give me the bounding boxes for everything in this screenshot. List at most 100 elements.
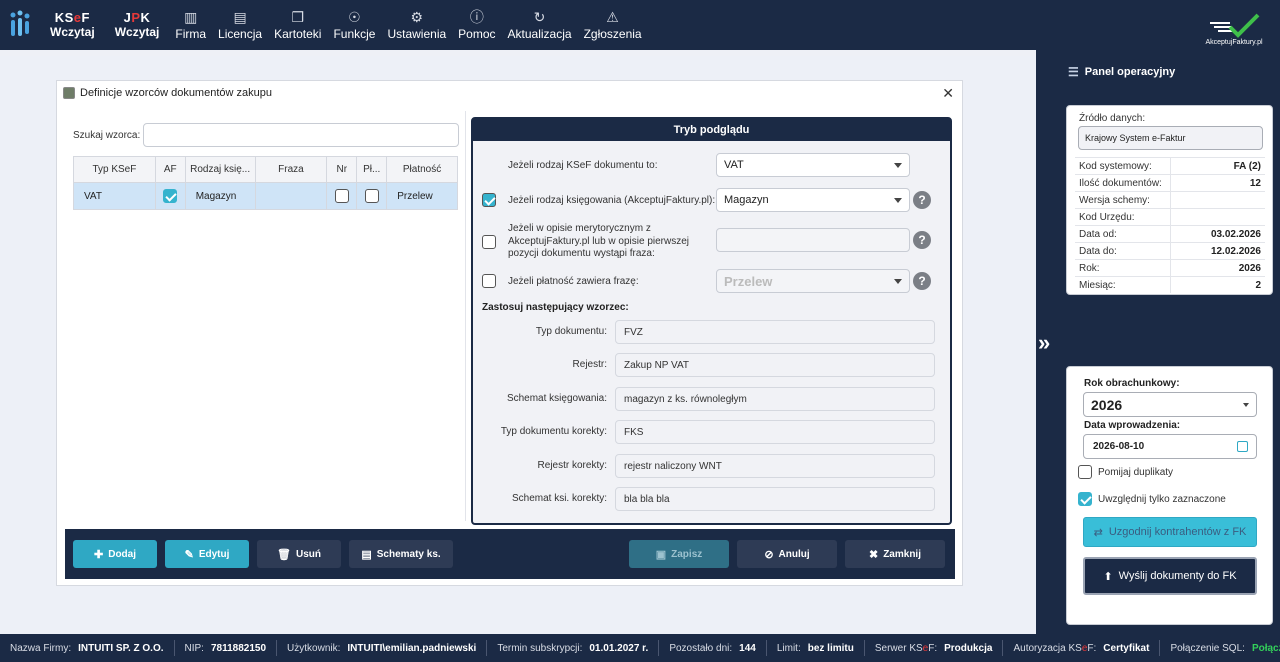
search-input[interactable]	[143, 123, 459, 147]
panel-header: ☰ Panel operacyjny	[1068, 65, 1176, 79]
warning-icon: ⚠	[606, 9, 619, 25]
pl-checkbox[interactable]	[364, 189, 379, 203]
nav-pomoc[interactable]: ⓘ Pomoc	[452, 0, 501, 50]
status-user: Użytkownik: INTUITI\emilian.padniewski	[277, 640, 488, 656]
phrase-input[interactable]	[716, 228, 910, 252]
checkmark-logo-icon	[1210, 13, 1260, 38]
building-icon: ▥	[184, 9, 198, 25]
correction-register-value[interactable]: rejestr naliczony WNT	[615, 454, 935, 478]
panel-collapse-strip[interactable]: »	[1036, 50, 1056, 634]
col-rodzaj[interactable]: Rodzaj księ...	[186, 157, 256, 182]
booking-schema-value[interactable]: magazyn z ks. równoległym	[615, 387, 935, 411]
dialog-toolbar: ✚ Dodaj ✎ Edytuj 🗑 Usuń ▤ Schematy ks. ▣ Zapi…	[65, 529, 955, 579]
plus-icon: ✚	[94, 548, 104, 561]
app-logo	[0, 0, 40, 50]
status-ksef-server: Serwer KSeF: Produkcja	[865, 640, 1004, 656]
table-icon: ▤	[361, 548, 372, 561]
nav-firma[interactable]: ▥ Firma	[169, 0, 212, 50]
only-selected-option[interactable]: Uwzględnij tylko zaznaczone	[1078, 492, 1226, 506]
correction-doc-type-value[interactable]: FKS	[615, 420, 935, 444]
chevron-right-icon[interactable]: »	[1038, 330, 1050, 356]
cond-payment: Jeżeli płatność zawiera frazę: Przelew ?	[473, 269, 950, 293]
calendar-icon[interactable]	[1237, 441, 1248, 452]
cond-booking-type: Jeżeli rodzaj księgowania (AkceptujFaktu…	[473, 188, 950, 212]
ksef-load-button[interactable]: KSeF Wczytaj	[40, 0, 105, 50]
upload-icon: ⬆	[1103, 570, 1113, 583]
col-fraza[interactable]: Fraza	[256, 157, 328, 182]
col-typ-ksef[interactable]: Typ KSeF	[74, 157, 156, 182]
info-row: Data do: 12.02.2026	[1075, 242, 1265, 259]
send-documents-button[interactable]: ⬆ Wyślij dokumenty do FK	[1083, 557, 1257, 595]
floppy-icon: ▣	[655, 548, 667, 561]
correction-schema-value[interactable]: bla bla bla	[615, 487, 935, 511]
info-row: Miesiąc: 2	[1075, 276, 1265, 293]
ksef-type-select[interactable]: VAT	[716, 153, 910, 177]
col-nr[interactable]: Nr	[327, 157, 358, 182]
entry-date-picker[interactable]: 2026-08-10	[1083, 434, 1257, 459]
jpk-load-button[interactable]: JPK Wczytaj	[105, 0, 170, 50]
nav-aktualizacja[interactable]: ↻ Aktualizacja	[502, 0, 578, 50]
field-doc-type: Typ dokumentu: FVZ	[473, 320, 950, 344]
payment-checkbox[interactable]	[482, 274, 496, 288]
only-selected-checkbox[interactable]	[1078, 492, 1092, 506]
nav-funkcje[interactable]: ☉ Funkcje	[327, 0, 381, 50]
col-af[interactable]: AF	[156, 157, 186, 182]
info-row: Data od: 03.02.2026	[1075, 225, 1265, 242]
apply-template-label: Zastosuj następujący wzorzec:	[482, 301, 629, 313]
status-ksef-auth: Autoryzacja KSeF: Certyfikat	[1003, 640, 1161, 656]
info-row: Kod systemowy: FA (2)	[1075, 157, 1265, 174]
field-register: Rejestr: Zakup NP VAT	[473, 353, 950, 377]
swap-arrows-icon: ⇄	[1093, 526, 1103, 539]
payment-select[interactable]: Przelew	[716, 269, 910, 293]
cell-af[interactable]	[156, 183, 186, 209]
info-row: Kod Urzędu:	[1075, 208, 1265, 225]
cell-nr[interactable]	[327, 183, 358, 209]
cancel-button[interactable]: ⊘ Anuluj	[737, 540, 837, 568]
booking-type-select[interactable]: Magazyn	[716, 188, 910, 212]
match-contractors-button[interactable]: ⇄ Uzgodnij kontrahentów z FK	[1083, 517, 1257, 547]
dialog-title: Definicje wzorców dokumentów zakupu	[80, 87, 272, 99]
cond-ksef-type: Jeżeli rodzaj KSeF dokumentu to: VAT	[473, 153, 950, 177]
col-platnosc[interactable]: Płatność	[387, 157, 457, 182]
nav-ustawienia[interactable]: ⚙ Ustawienia	[381, 0, 452, 50]
save-button[interactable]: ▣ Zapisz	[629, 540, 729, 568]
cell-pl[interactable]	[357, 183, 388, 209]
search-label: Szukaj wzorca:	[73, 129, 141, 141]
dialog-title-bar: Definicje wzorców dokumentów zakupu ✕	[57, 81, 962, 105]
refresh-icon: ↻	[533, 9, 546, 25]
nav-zgloszenia[interactable]: ⚠ Zgłoszenia	[578, 0, 648, 50]
status-limit: Limit: bez limitu	[767, 640, 865, 656]
register-value[interactable]: Zakup NP VAT	[615, 353, 935, 377]
chevron-down-icon	[894, 198, 902, 203]
close-icon[interactable]: ✕	[942, 85, 954, 102]
cell-platnosc: Przelew	[397, 190, 433, 202]
schemas-button[interactable]: ▤ Schematy ks.	[349, 540, 453, 568]
nav-kartoteki[interactable]: ❒ Kartoteki	[268, 0, 327, 50]
delete-button[interactable]: 🗑 Usuń	[257, 540, 341, 568]
dialog-app-icon	[63, 87, 75, 99]
add-button[interactable]: ✚ Dodaj	[73, 540, 157, 568]
doc-type-value[interactable]: FVZ	[615, 320, 935, 344]
edit-button[interactable]: ✎ Edytuj	[165, 540, 249, 568]
help-icon[interactable]: ?	[913, 272, 931, 290]
skip-duplicates-option[interactable]: Pomijaj duplikaty	[1078, 465, 1173, 479]
fiscal-year-select[interactable]: 2026	[1083, 392, 1257, 417]
skip-duplicates-checkbox[interactable]	[1078, 465, 1092, 479]
field-correction-doc-type: Typ dokumentu korekty: FKS	[473, 420, 950, 444]
akceptujfaktury-logo: AkceptujFaktury.pl	[1198, 4, 1270, 46]
operational-panel: ☰ Panel operacyjny Źródło danych: Krajow…	[1056, 50, 1280, 634]
main-area: Definicje wzorców dokumentów zakupu ✕ Sz…	[0, 56, 1036, 634]
help-icon[interactable]: ?	[913, 191, 931, 209]
close-button[interactable]: ✖ Zamknij	[845, 540, 945, 568]
status-bar: Nazwa Firmy: INTUITI SP. Z O.O. NIP: 78118…	[0, 634, 1280, 662]
table-row[interactable]: VAT Magazyn Przelew	[74, 183, 457, 209]
phrase-checkbox[interactable]	[482, 235, 496, 249]
data-source-field[interactable]: Krajowy System e-Faktur	[1078, 126, 1263, 150]
nav-licencja[interactable]: ▤ Licencja	[212, 0, 268, 50]
col-pl[interactable]: Pł...	[357, 157, 388, 182]
af-checkbox[interactable]	[163, 189, 178, 203]
nr-checkbox[interactable]	[334, 189, 349, 203]
help-icon[interactable]: ?	[913, 231, 931, 249]
templates-grid: Typ KSeF AF Rodzaj księ... Fraza Nr Pł..…	[73, 156, 458, 210]
booking-type-checkbox[interactable]	[482, 193, 496, 207]
